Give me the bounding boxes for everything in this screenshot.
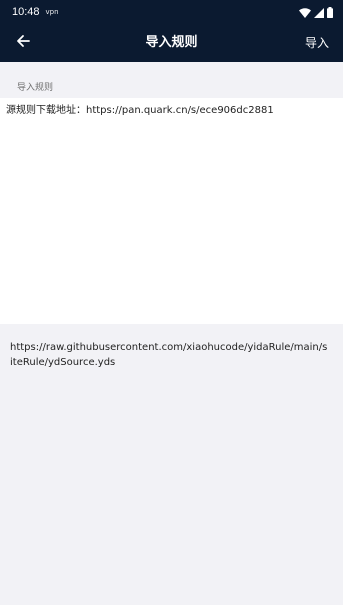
rule-input-field[interactable]: 源规则下载地址：https://pan.quark.cn/s/ece906dc2… — [0, 98, 343, 324]
import-button[interactable]: 导入 — [305, 24, 329, 62]
signal-icon — [314, 3, 324, 22]
source-url-text: https://raw.githubusercontent.com/xiaohu… — [10, 342, 328, 368]
section-label: 导入规则 — [17, 83, 54, 93]
page-title: 导入规则 — [145, 35, 198, 50]
rule-input-value: 源规则下载地址：https://pan.quark.cn/s/ece906dc2… — [6, 105, 274, 116]
status-bar: 10:48 vpn — [0, 0, 343, 24]
wifi-icon — [299, 3, 311, 22]
status-icons — [299, 3, 333, 22]
back-button[interactable] — [12, 32, 34, 54]
app-bar: 导入规则 导入 — [0, 24, 343, 62]
status-time: 10:48 — [12, 6, 40, 18]
battery-icon — [327, 3, 333, 22]
arrow-left-icon — [15, 33, 31, 53]
vpn-notification-icon: vpn — [45, 8, 59, 16]
